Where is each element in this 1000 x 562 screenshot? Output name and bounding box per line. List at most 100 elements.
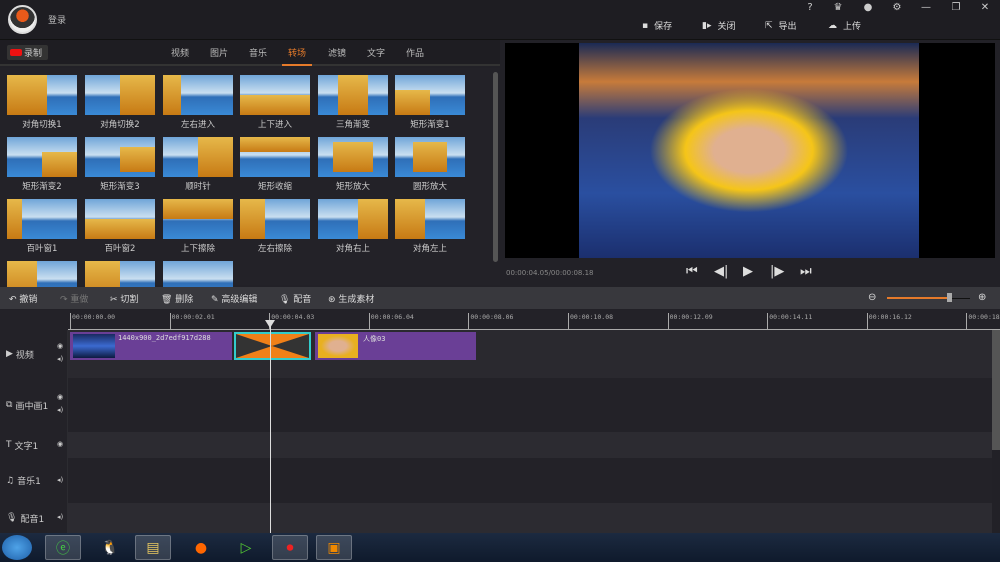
transition-clip[interactable] [234, 332, 311, 360]
transition-thumbnail[interactable] [163, 75, 233, 115]
ruler-tick-label: 00:00:14.11 [767, 313, 812, 330]
record-icon [10, 49, 22, 56]
skip-end-icon[interactable]: ⏭ [800, 264, 812, 279]
library-scrollbar[interactable] [493, 72, 498, 262]
recorder-icon[interactable]: ⏺ [272, 535, 308, 560]
step-forward-icon[interactable]: |▶ [770, 264, 784, 279]
transition-thumbnail[interactable] [318, 137, 388, 177]
upload-button[interactable]: ☁ 上传 [828, 19, 861, 33]
transition-thumbnail[interactable] [7, 137, 77, 177]
transition-thumbnail[interactable] [395, 199, 465, 239]
qq-icon[interactable]: ● [858, 2, 878, 13]
help-icon[interactable]: ? [800, 2, 820, 13]
step-back-icon[interactable]: ◀| [714, 264, 728, 279]
transition-label: 对角左上 [412, 244, 447, 254]
firefox-icon[interactable]: ● [183, 535, 219, 560]
transition-thumbnail[interactable] [7, 199, 77, 239]
timeline-zoom: ⊖ ⊕ [868, 292, 993, 304]
transition-thumbnail[interactable] [85, 199, 155, 239]
track-1[interactable]: ▶ 视频 ◉ ◂) 1440x900_2d7edf917d288 人像03 [0, 330, 992, 378]
video-clip[interactable]: 人像03 [315, 332, 476, 360]
transition-thumbnail[interactable] [163, 137, 233, 177]
transition-thumbnail[interactable] [163, 199, 233, 239]
record-button[interactable]: 录制 [7, 45, 48, 60]
zoom-out-icon[interactable]: ⊖ [868, 292, 876, 303]
speaker-icon[interactable]: ◂) [57, 476, 63, 484]
video-player-icon[interactable]: ▷ [228, 535, 264, 560]
transition-thumbnail[interactable] [395, 137, 465, 177]
tab-transition[interactable]: 转场 [282, 46, 313, 66]
transition-thumbnail[interactable] [85, 137, 155, 177]
skip-start-icon[interactable]: ⏮ [686, 264, 698, 279]
speaker-icon[interactable]: ◂) [57, 355, 63, 363]
tab-image[interactable]: 图片 [210, 46, 228, 59]
save-button[interactable]: ▪ 保存 [642, 19, 672, 33]
tab-filter[interactable]: 滤镜 [328, 46, 346, 59]
ruler-tick-label: 00:00:16.12 [866, 313, 912, 330]
vip-icon[interactable]: ♛ [828, 2, 848, 13]
exit-button[interactable]: ▮▸ 关闭 [702, 19, 736, 33]
play-icon[interactable]: ▶ [743, 264, 753, 279]
clip-thumbnail [73, 334, 115, 358]
close-icon[interactable]: ✕ [975, 2, 995, 13]
thumbnail-overlay [395, 199, 425, 239]
transition-thumbnail[interactable] [85, 75, 155, 115]
transition-thumbnail[interactable] [7, 75, 77, 115]
speaker-icon[interactable]: ◂) [57, 406, 63, 414]
playhead-handle[interactable] [265, 320, 275, 328]
track-label: 音乐1 [17, 477, 41, 487]
pip-icon: ⧉ [6, 400, 13, 410]
minimize-icon[interactable]: — [916, 2, 936, 13]
undo-button[interactable]: ↶ 撤销 [9, 292, 37, 305]
browser-icon[interactable]: ⓔ [45, 535, 81, 560]
eye-icon[interactable]: ◉ [57, 393, 63, 401]
transition-label: 百叶窗2 [104, 244, 136, 254]
zoom-in-icon[interactable]: ⊕ [978, 292, 986, 303]
track-4[interactable]: ♫ 音乐1 ◂) [0, 458, 992, 503]
eye-icon[interactable]: ◉ [57, 342, 63, 350]
start-button[interactable] [2, 535, 32, 560]
generate-button[interactable]: ⊛ 生成素材 [328, 292, 374, 305]
preview-canvas [505, 43, 995, 258]
advanced-edit-button[interactable]: ✎ 高级编辑 [211, 292, 257, 305]
tab-works[interactable]: 作品 [406, 46, 424, 59]
delete-button[interactable]: 🗑 删除 [161, 292, 193, 305]
playhead-line[interactable] [270, 320, 271, 533]
timeline-scrollbar[interactable] [992, 330, 1000, 450]
video-editor-icon[interactable]: ▣ [316, 535, 352, 560]
ruler-tick-label: 00:00:02.01 [169, 313, 215, 330]
export-button[interactable]: ⇱ 导出 [765, 19, 797, 33]
file-explorer-icon[interactable]: ▤ [135, 535, 171, 560]
timeline-ruler[interactable]: 00:00:00.00 00:00:02.01 00:00:04.03 00:00:0… [0, 310, 1000, 330]
cut-button[interactable]: ✂ 切割 [110, 292, 138, 305]
gear-icon[interactable]: ⚙ [887, 2, 907, 13]
transition-thumbnail[interactable] [240, 137, 310, 177]
transition-thumbnail[interactable] [240, 199, 310, 239]
transition-thumbnail[interactable] [318, 75, 388, 115]
transition-label: 对角右上 [335, 244, 370, 254]
transition-thumbnail[interactable] [395, 75, 465, 115]
track-2[interactable]: ⧉ 画中画1 ◉ ◂) [0, 378, 992, 432]
track-3[interactable]: T 文字1 ◉ [0, 432, 992, 458]
thumbnail-overlay [42, 152, 77, 177]
dub-button[interactable]: 🎙 配音 [279, 292, 311, 305]
tab-text[interactable]: 文字 [367, 46, 385, 59]
thumbnail-overlay [338, 75, 368, 115]
tab-music[interactable]: 音乐 [249, 46, 267, 59]
eye-icon[interactable]: ◉ [57, 440, 63, 448]
video-clip[interactable]: 1440x900_2d7edf917d288 [70, 332, 232, 360]
exit-icon: ▮▸ [702, 20, 712, 31]
redo-button[interactable]: ↷ 重做 [60, 292, 88, 305]
transition-icon [236, 334, 309, 358]
ruler-tick-label: 00:00:08.06 [468, 313, 513, 330]
title-bar: 登录 ? ♛ ● ⚙ — ❐ ✕ ▪ 保存 ▮▸ 关闭 ⇱ 导出 ☁ 上传 [0, 0, 1000, 40]
qq-taskbar-icon[interactable]: 🐧 [92, 535, 128, 560]
restore-icon[interactable]: ❐ [946, 2, 966, 13]
zoom-slider-handle[interactable] [947, 293, 953, 302]
transition-thumbnail[interactable] [240, 75, 310, 115]
login-link[interactable]: 登录 [48, 13, 66, 26]
transition-thumbnail[interactable] [318, 199, 388, 239]
track-5[interactable]: 🎙 配音1 ◂) [0, 503, 992, 533]
tab-video[interactable]: 视频 [171, 46, 189, 59]
speaker-icon[interactable]: ◂) [57, 513, 63, 521]
